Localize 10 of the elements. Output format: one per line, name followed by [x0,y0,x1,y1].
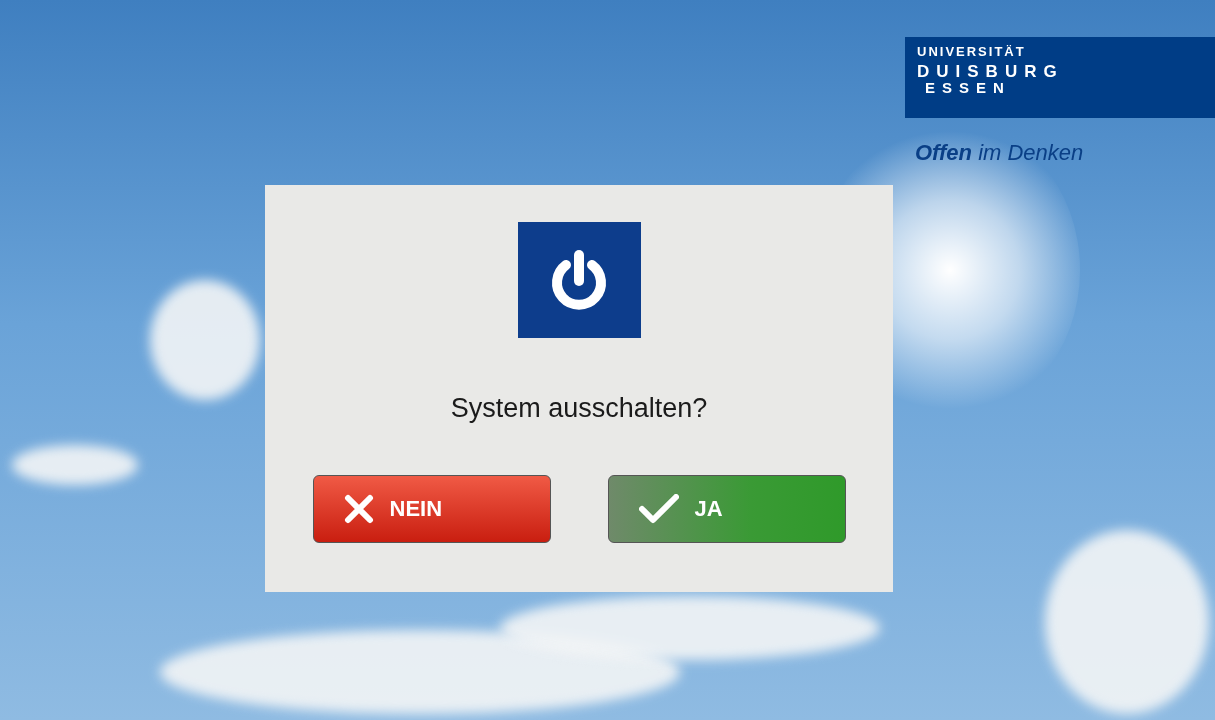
confirm-button[interactable]: JA [607,474,846,543]
tagline: Offen im Denken [915,139,1084,167]
dialog-question: System ausschalten? [450,392,708,425]
cancel-button[interactable]: NEIN [312,474,551,543]
logo-text: ESSEN [925,80,1011,96]
check-icon [638,493,679,524]
power-icon [517,222,641,338]
close-icon [343,493,374,524]
logo-text: UNIVERSITÄT [917,45,1026,60]
logo-text: DUISBURG [917,63,1064,81]
